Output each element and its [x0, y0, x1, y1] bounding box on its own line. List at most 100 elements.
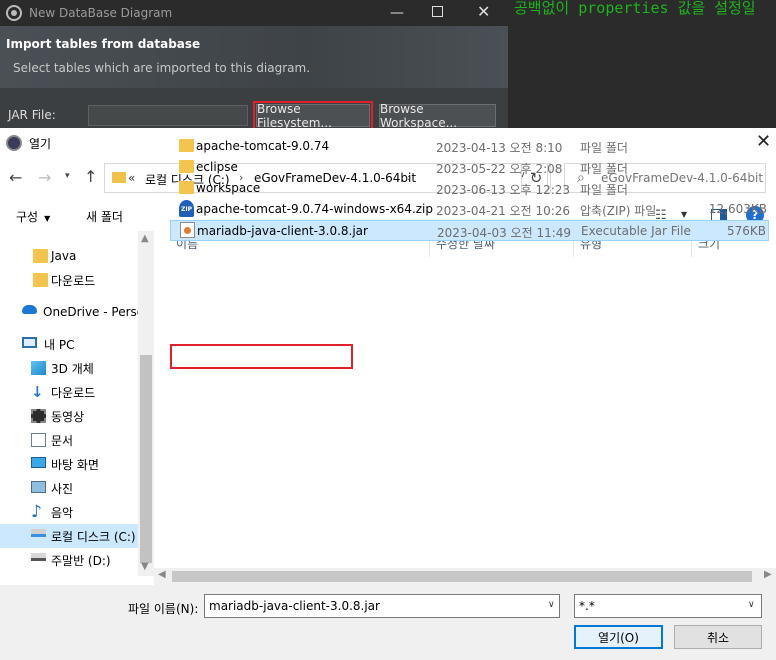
new-folder-button[interactable]: 새 폴더 — [86, 208, 123, 225]
nav-item[interactable]: Java — [0, 244, 138, 268]
breadcrumb-overflow[interactable]: « — [128, 171, 135, 185]
open-button[interactable]: 열기(O) — [574, 625, 663, 649]
organize-button[interactable]: 구성 ▼ — [16, 208, 50, 225]
zip-icon: ZIP — [179, 200, 194, 217]
drive-icon — [31, 553, 46, 561]
file-modified: 2023-04-13 오전 8:10 — [436, 141, 563, 155]
nav-item[interactable]: 사진 — [0, 476, 138, 500]
document-icon — [31, 433, 46, 447]
filename-label: 파일 이름(N): — [128, 602, 199, 616]
nav-item[interactable]: 동영상 — [0, 404, 138, 428]
file-modified: 2023-04-03 오전 11:49 — [437, 226, 572, 240]
nav-item-label: 문서 — [51, 433, 74, 448]
nav-item[interactable]: 주말반 (D:) — [0, 548, 138, 572]
nav-item[interactable]: ♪ 음악 — [0, 500, 138, 524]
open-file-dialog: 열기 ✕ ← → ▾ ↑ « 로컬 디스크 (C:) › eGovFrameDe… — [0, 128, 776, 660]
wizard-heading: Import tables from database — [6, 37, 201, 51]
wizard-header: Import tables from database Select table… — [0, 26, 508, 88]
file-type-filter[interactable]: *.* ∨ — [574, 594, 762, 618]
chevron-down-icon[interactable]: ∨ — [548, 600, 555, 610]
nav-item[interactable]: 다운로드 — [0, 268, 138, 292]
chevron-down-icon[interactable]: ▾ — [65, 171, 70, 181]
nav-scrollbar[interactable]: ▲ ▼ — [138, 231, 154, 576]
file-row[interactable]: ZIP apache-tomcat-9.0.74-windows-x64.zip 2… — [170, 199, 769, 220]
file-name: mariadb-java-client-3.0.8.jar — [197, 224, 368, 238]
nav-item[interactable]: 3D 개체 — [0, 356, 138, 380]
nav-item-label: 내 PC — [44, 337, 75, 352]
nav-item[interactable]: OneDrive - Person — [0, 300, 138, 324]
nav-item[interactable]: 문서 — [0, 428, 138, 452]
file-name: workspace — [196, 181, 261, 195]
folder-icon — [179, 181, 194, 194]
cancel-button[interactable]: 취소 — [674, 625, 762, 649]
filename-input[interactable]: mariadb-java-client-3.0.8.jar ∨ — [204, 594, 560, 618]
file-type: Executable Jar File — [581, 224, 691, 238]
organize-label: 구성 — [16, 210, 39, 224]
nav-item-label: 로컬 디스크 (C:) — [51, 529, 136, 544]
file-row[interactable]: eclipse 2023-05-22 오후 2:08 파일 폴더 — [170, 157, 769, 178]
music-icon: ♪ — [31, 502, 42, 522]
dialog-title: 열기 — [29, 137, 52, 151]
scroll-up-icon[interactable]: ▲ — [141, 233, 149, 244]
file-size: 12,603KB — [708, 202, 767, 216]
file-type-value: *.* — [579, 599, 595, 613]
file-modified: 2023-05-22 오후 2:08 — [436, 162, 563, 176]
nav-item-label: 주말반 (D:) — [51, 553, 111, 568]
onedrive-icon — [22, 305, 37, 314]
back-arrow-icon[interactable]: ← — [9, 168, 22, 187]
browse-filesystem-button[interactable]: Browse Filesystem... — [253, 101, 373, 130]
nav-item[interactable]: 내 PC — [0, 332, 138, 356]
maximize-icon[interactable] — [432, 6, 443, 17]
drive-icon — [31, 529, 46, 537]
background-titlebar: New DataBase Diagram — ✕ — [0, 0, 508, 26]
picture-icon — [31, 481, 46, 493]
folder-icon — [33, 273, 48, 287]
nav-item-label: 동영상 — [51, 409, 85, 424]
forward-arrow-icon[interactable]: → — [38, 168, 51, 187]
nav-item[interactable]: 로컬 디스크 (C:) — [0, 524, 138, 548]
dialog-footer: 파일 이름(N): mariadb-java-client-3.0.8.jar … — [0, 585, 776, 660]
nav-scroll-thumb[interactable] — [140, 355, 152, 563]
file-modified: 2023-06-13 오후 12:23 — [436, 183, 571, 197]
horizontal-scrollbar[interactable]: ◀ ▶ — [154, 568, 776, 585]
nav-item-label: 3D 개체 — [51, 361, 94, 376]
horizontal-scroll-thumb[interactable] — [172, 571, 752, 582]
up-arrow-icon[interactable]: ↑ — [84, 167, 97, 186]
wizard-subtitle: Select tables which are imported to this… — [13, 61, 311, 75]
file-name: apache-tomcat-9.0.74 — [196, 139, 330, 153]
scroll-left-icon[interactable]: ◀ — [158, 569, 166, 580]
scroll-right-icon[interactable]: ▶ — [764, 569, 772, 580]
navigation-pane: Java 다운로드 OneDrive - Person 내 PC 3D 개체 ↓ 다운로드동… — [0, 231, 154, 576]
file-type: 압축(ZIP) 파일 — [580, 204, 657, 218]
minimize-icon[interactable]: — — [389, 5, 405, 21]
eclipse-app-icon — [6, 5, 22, 21]
file-modified: 2023-04-21 오전 10:26 — [436, 204, 571, 218]
file-row[interactable]: mariadb-java-client-3.0.8.jar 2023-04-03 … — [170, 220, 769, 241]
nav-item-label: 바탕 화면 — [51, 457, 99, 472]
file-name: apache-tomcat-9.0.74-windows-x64.zip — [196, 202, 434, 216]
file-name: eclipse — [196, 160, 238, 174]
folder-icon — [179, 160, 194, 173]
scroll-down-icon[interactable]: ▼ — [141, 561, 149, 572]
nav-item-label: 사진 — [51, 481, 74, 496]
file-row[interactable]: workspace 2023-06-13 오후 12:23 파일 폴더 — [170, 178, 769, 199]
filename-value: mariadb-java-client-3.0.8.jar — [209, 599, 380, 613]
background-window-title: New DataBase Diagram — [29, 6, 173, 20]
nav-item[interactable]: 바탕 화면 — [0, 452, 138, 476]
3d-objects-icon — [31, 361, 46, 375]
folder-icon — [112, 172, 126, 183]
nav-item-label: 음악 — [51, 505, 74, 520]
jar-file-field[interactable] — [88, 105, 248, 126]
file-row[interactable]: apache-tomcat-9.0.74 2023-04-13 오전 8:10 파일… — [170, 136, 769, 157]
jar-file-label: JAR File: — [8, 108, 56, 122]
chevron-down-icon[interactable]: ∨ — [748, 600, 755, 610]
nav-item[interactable]: ↓ 다운로드 — [0, 380, 138, 404]
desktop-icon — [31, 457, 46, 468]
file-type: 파일 폴더 — [580, 141, 628, 155]
editor-text: 공백없이 properties 값을 설정일 — [514, 0, 756, 17]
file-size: 576KB — [726, 224, 766, 238]
download-icon: ↓ — [31, 383, 44, 401]
browse-workspace-button[interactable]: Browse Workspace... — [379, 102, 496, 130]
close-icon[interactable]: ✕ — [477, 2, 490, 21]
video-icon — [31, 409, 46, 423]
